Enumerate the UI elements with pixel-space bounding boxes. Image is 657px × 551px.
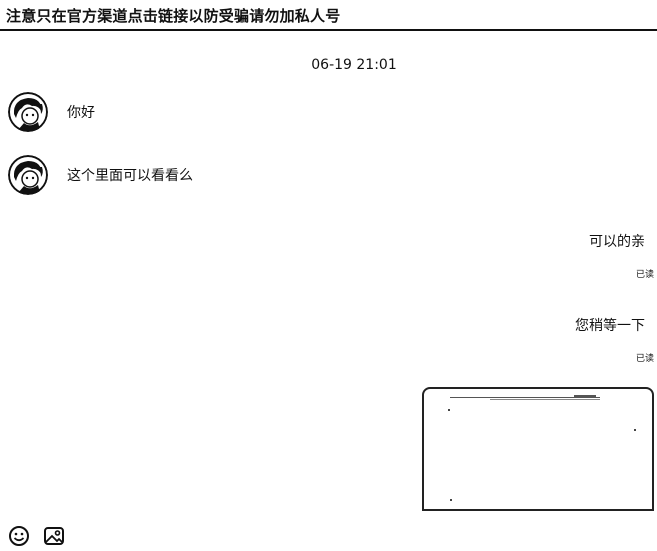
image-detail	[450, 499, 452, 501]
emoji-button[interactable]	[8, 525, 30, 547]
header-notice-title: 注意只在官方渠道点击链接以防受骗请勿加私人号	[6, 7, 341, 25]
message-timestamp: 06-19 21:01	[311, 57, 397, 73]
avatar-icon	[8, 92, 48, 132]
chat-toolbar	[0, 520, 657, 549]
image-detail	[450, 397, 600, 398]
avatar[interactable]	[8, 92, 48, 132]
message-text: 这个里面可以看看么	[67, 168, 193, 184]
avatar-icon	[8, 155, 48, 195]
image-upload-icon	[44, 527, 64, 545]
image-message[interactable]	[422, 387, 654, 511]
image-detail	[634, 429, 636, 431]
image-detail	[448, 409, 450, 411]
message-text: 可以的亲	[589, 234, 645, 250]
message-text: 你好	[67, 105, 95, 121]
read-status: 已读	[635, 354, 654, 364]
read-status: 已读	[635, 270, 654, 280]
image-upload-button[interactable]	[43, 525, 65, 547]
message-text: 您稍等一下	[575, 318, 645, 334]
message-outgoing: 可以的亲	[589, 231, 645, 251]
message-outgoing: 您稍等一下	[575, 315, 645, 335]
image-detail	[490, 399, 600, 400]
chat-header: 注意只在官方渠道点击链接以防受骗请勿加私人号	[0, 0, 657, 31]
avatar[interactable]	[8, 155, 48, 195]
image-detail	[574, 395, 596, 397]
emoji-icon	[9, 526, 29, 546]
